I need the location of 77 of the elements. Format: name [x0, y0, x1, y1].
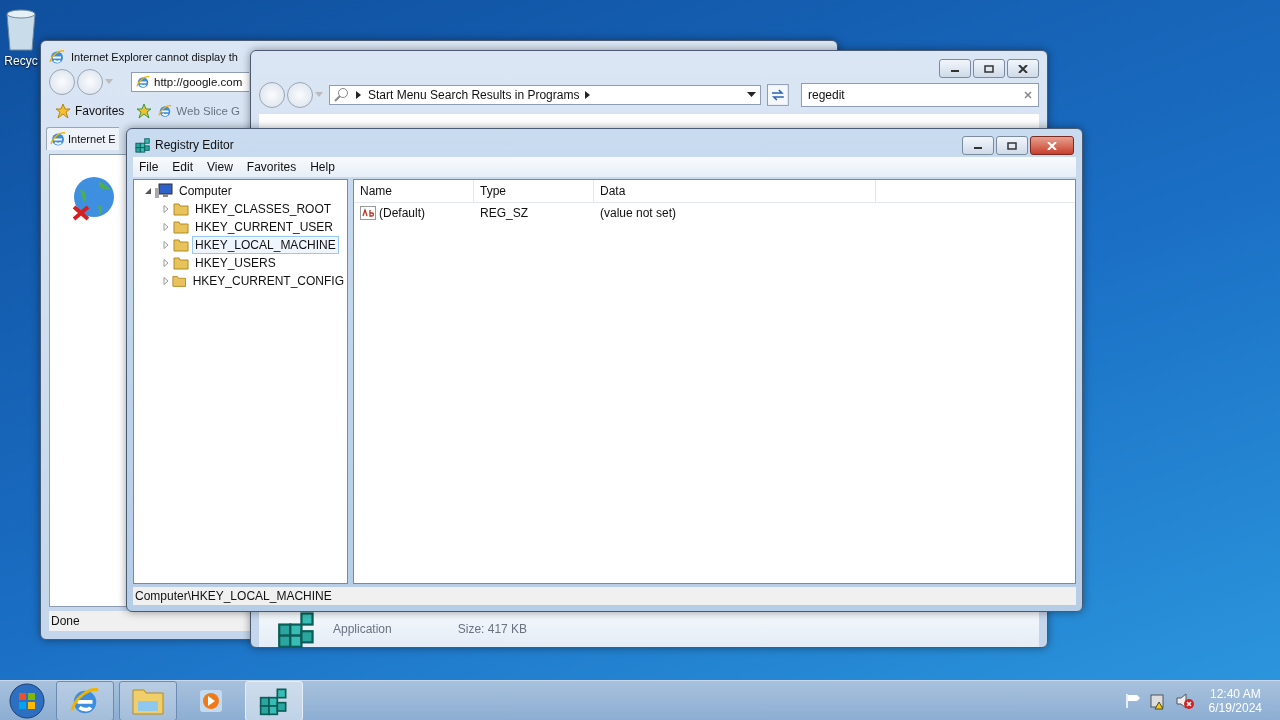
expand-icon[interactable]: [162, 277, 170, 285]
status-text: Computer\HKEY_LOCAL_MACHINE: [135, 589, 332, 603]
favorites-link[interactable]: Web Slice G: [158, 100, 241, 122]
address-bar[interactable]: http://google.com: [131, 72, 249, 92]
menu-item[interactable]: Favorites: [240, 159, 303, 175]
string-value-icon: [360, 206, 376, 220]
maximize-icon: [984, 64, 994, 73]
browser-icon: [136, 75, 150, 89]
collapse-icon[interactable]: [144, 187, 152, 195]
flag-icon[interactable]: [1124, 693, 1141, 709]
address-bar[interactable]: Start Menu Search Results in Programs: [329, 85, 762, 105]
browser-icon: [158, 104, 173, 118]
folder-icon: [173, 238, 189, 252]
table-cell: (Default): [379, 206, 425, 220]
expand-icon[interactable]: [162, 223, 170, 231]
column-header[interactable]: Type: [474, 180, 594, 202]
taskbar-button[interactable]: [56, 681, 114, 720]
registry-icon: [135, 137, 151, 153]
expand-icon[interactable]: [162, 205, 170, 213]
status-text: Done: [51, 614, 80, 628]
recycle-bin-icon[interactable]: [4, 8, 38, 52]
column-header[interactable]: Name: [354, 180, 474, 202]
refresh-icon[interactable]: [767, 84, 789, 106]
back-button[interactable]: [49, 69, 75, 95]
menu-item[interactable]: Edit: [166, 159, 200, 175]
icon-label[interactable]: Recyc: [4, 54, 38, 68]
clear-icon[interactable]: [1024, 91, 1032, 99]
menu-item[interactable]: View: [201, 159, 239, 175]
close-icon: [1047, 141, 1057, 150]
maximize-button[interactable]: [973, 59, 1005, 78]
registry-icon: [259, 686, 289, 716]
file-type: Application: [333, 622, 392, 636]
tree-item[interactable]: Computer: [176, 182, 235, 200]
browser-icon: [49, 49, 65, 65]
folder-icon: [173, 220, 189, 234]
tree-item[interactable]: HKEY_LOCAL_MACHINE: [192, 236, 339, 254]
start-button[interactable]: [8, 682, 46, 720]
tree-item[interactable]: HKEY_USERS: [192, 254, 279, 272]
add-favorite-icon[interactable]: [136, 103, 153, 119]
forward-button[interactable]: [287, 82, 313, 108]
favorites-button[interactable]: Favorites: [49, 99, 131, 123]
window-title: Registry Editor: [155, 138, 234, 152]
minimize-button[interactable]: [962, 136, 994, 155]
table-cell-text: REG_SZ: [479, 206, 529, 220]
table-cell-text: (value not set): [599, 206, 678, 220]
tree-item[interactable]: HKEY_CURRENT_USER: [192, 218, 337, 236]
search-field[interactable]: regedit: [801, 83, 1039, 107]
menu-item[interactable]: Help: [304, 159, 341, 175]
tree-item[interactable]: HKEY_CLASSES_ROOT: [192, 200, 335, 218]
expand-icon[interactable]: [162, 259, 170, 267]
speaker-muted-icon[interactable]: [1174, 692, 1195, 710]
close-button[interactable]: [1030, 136, 1074, 155]
computer-icon: [155, 183, 173, 199]
window-title: Internet Explorer cannot display th: [71, 51, 238, 63]
registry-icon: [277, 609, 317, 649]
maximize-button[interactable]: [996, 136, 1028, 155]
minimize-button[interactable]: [939, 59, 971, 78]
folder-icon: [172, 274, 187, 288]
file-size: Size: 417 KB: [457, 622, 528, 636]
network-icon[interactable]: [1148, 692, 1167, 710]
close-button[interactable]: [1007, 59, 1039, 78]
folder-icon: [173, 256, 189, 270]
column-header[interactable]: Data: [594, 180, 876, 202]
browser-tab[interactable]: Internet E: [46, 127, 119, 150]
tree-item[interactable]: HKEY_CURRENT_CONFIG: [189, 272, 347, 290]
forward-button[interactable]: [77, 69, 103, 95]
maximize-icon: [1007, 141, 1017, 150]
browser-icon: [50, 131, 66, 147]
menu-item[interactable]: File: [133, 159, 165, 175]
play-icon: [198, 688, 224, 714]
browser-icon: [70, 686, 100, 716]
folder-icon: [132, 687, 164, 715]
expand-icon[interactable]: [162, 241, 170, 249]
close-icon: [1018, 64, 1028, 73]
star-icon: [55, 103, 71, 119]
back-button[interactable]: [259, 82, 285, 108]
folder-icon: [173, 202, 189, 216]
